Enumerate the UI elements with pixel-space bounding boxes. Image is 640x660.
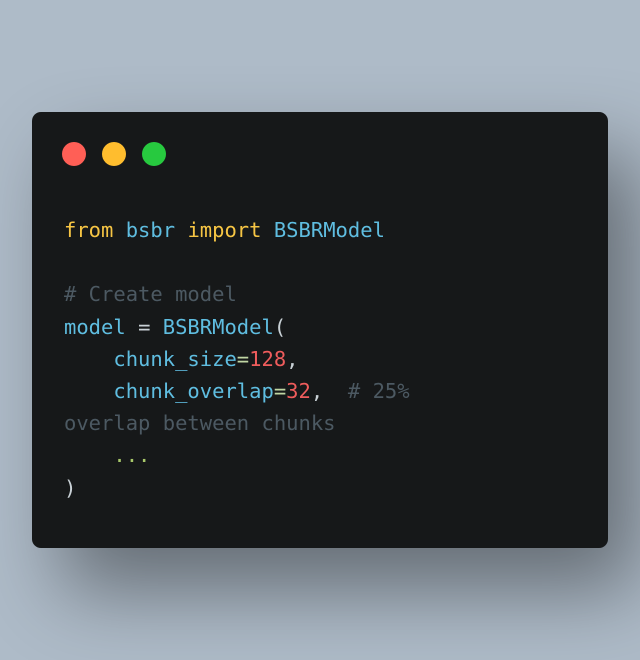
equals: = [273,378,287,403]
code-line-9: ) [64,472,410,504]
module-name: bsbr [125,218,176,242]
equals: = [236,346,250,371]
keyword-from: from [64,218,114,242]
code-block: from bsbr import BSBRModel # Create mode… [64,214,410,504]
inline-comment: # 25% [347,378,410,403]
maximize-button[interactable] [142,142,166,166]
code-line-5: chunk_size=128, [64,343,410,375]
comma: , [286,346,299,371]
comma: , [310,378,324,403]
close-button[interactable] [62,142,86,166]
variable-model: model [64,314,126,339]
code-line-4: model = BSBRModel( [64,311,410,343]
param-chunk-size: chunk_size [113,346,237,371]
keyword-import: import [187,218,262,242]
code-line-6: chunk_overlap=32, # 25% [64,375,410,407]
spacing [323,379,348,403]
window-controls [62,142,166,166]
close-paren: ) [64,475,77,500]
code-window: from bsbr import BSBRModel # Create mode… [32,112,608,548]
assign-operator: = [138,314,151,339]
class-call: BSBRModel [162,314,274,339]
ellipsis: ... [113,443,151,468]
param-chunk-overlap: chunk_overlap [113,378,274,403]
value-chunk-size: 128 [249,346,287,371]
class-name: BSBRModel [273,218,385,242]
code-line-1: from bsbr import BSBRModel [64,214,410,246]
value-chunk-overlap: 32 [286,378,311,403]
minimize-button[interactable] [102,142,126,166]
comment: # Create model [64,282,237,307]
open-paren: ( [273,314,287,339]
code-line-8: ... [64,439,410,471]
code-line-3: # Create model [64,278,410,310]
comment-continuation: overlap between chunks [64,411,336,436]
code-line-7: overlap between chunks [64,407,410,439]
